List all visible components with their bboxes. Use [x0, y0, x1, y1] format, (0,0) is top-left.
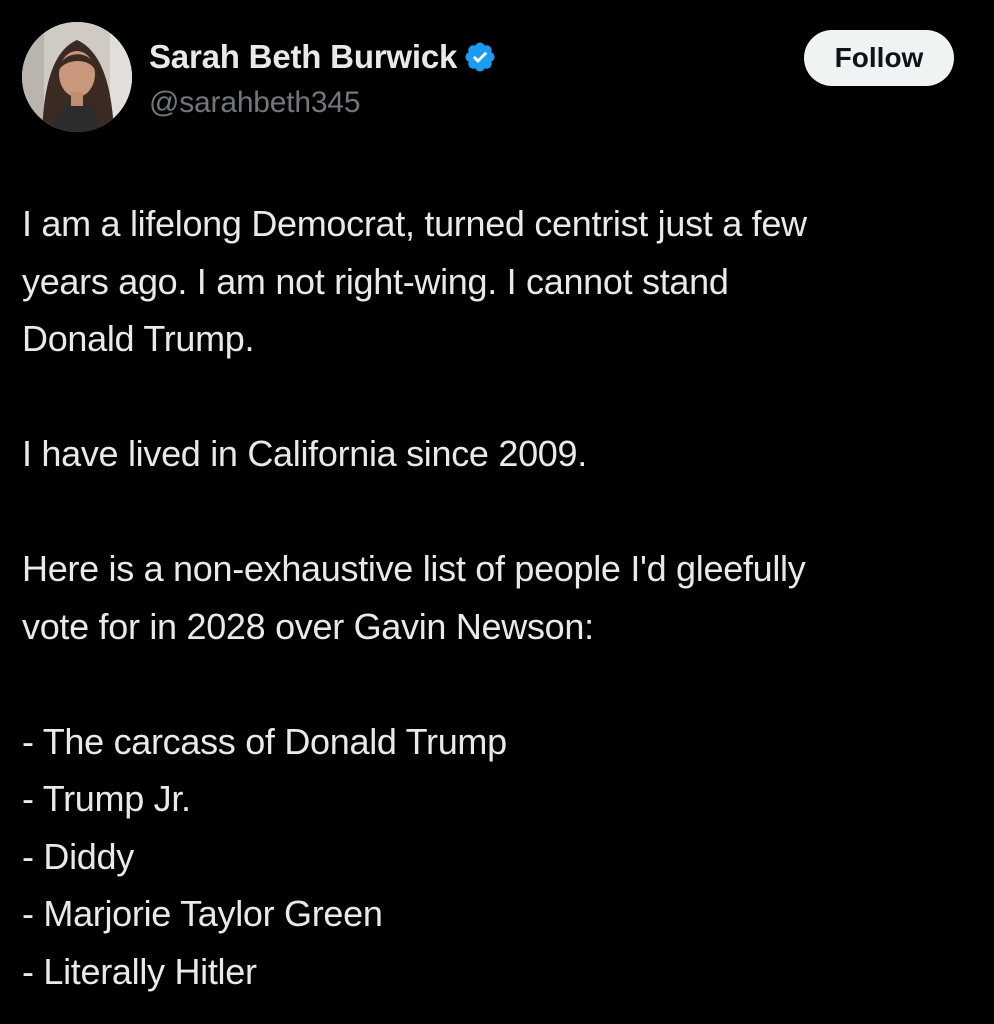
text-line: years ago. I am not right-wing. I cannot… [22, 260, 729, 302]
text-line: Donald Trump. [22, 318, 255, 359]
tweet-header: Sarah Beth Burwick @sarahbeth345 Follow [22, 22, 962, 134]
list-item: - Marjorie Taylor Green [22, 893, 383, 934]
list-item: - Diddy [22, 835, 134, 877]
list-item: - Literally Hitler [22, 950, 257, 992]
tweet-text: I am a lifelong Democrat, turned centris… [22, 195, 972, 1000]
verified-badge-icon[interactable] [463, 40, 497, 74]
paragraph-1: I am a lifelong Democrat, turned centris… [22, 195, 972, 368]
follow-button[interactable]: Follow [804, 30, 954, 86]
author-handle[interactable]: @sarahbeth345 [149, 86, 497, 120]
text-line: I am a lifelong Democrat, turned centris… [22, 203, 807, 244]
avatar[interactable] [22, 22, 132, 132]
text-line: vote for in 2028 over Gavin Newson: [22, 605, 594, 647]
author-names: Sarah Beth Burwick @sarahbeth345 [149, 36, 497, 120]
display-name-row: Sarah Beth Burwick [149, 36, 497, 78]
paragraph-2: I have lived in California since 2009. [22, 433, 587, 474]
tweet-card: Sarah Beth Burwick @sarahbeth345 Follow … [0, 0, 994, 1024]
list-item: - Trump Jr. [22, 778, 191, 819]
paragraph-3: Here is a non-exhaustive list of people … [22, 540, 972, 655]
avatar-photo [22, 22, 132, 132]
list-item: - The carcass of Donald Trump [22, 720, 507, 762]
text-line: Here is a non-exhaustive list of people … [22, 548, 806, 589]
display-name[interactable]: Sarah Beth Burwick [149, 38, 457, 76]
